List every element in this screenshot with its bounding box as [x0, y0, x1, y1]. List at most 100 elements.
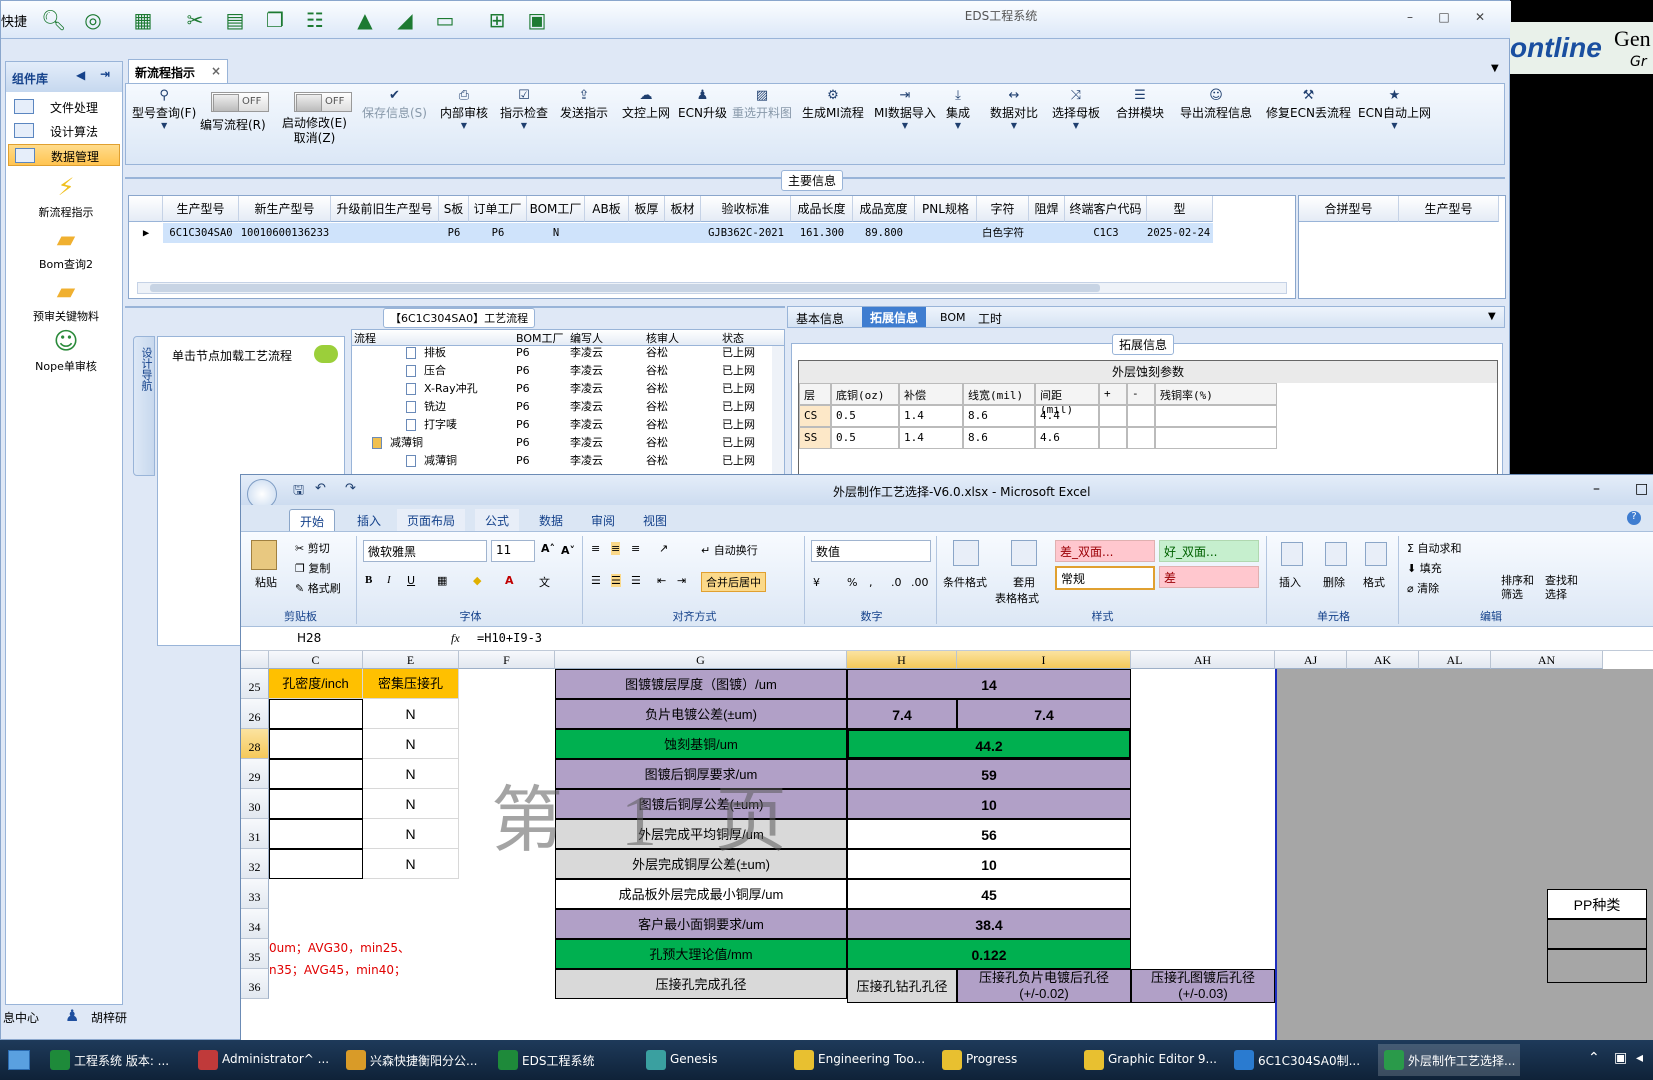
redo-icon[interactable]: ↷	[345, 481, 356, 496]
etch-header[interactable]: 底铜(oz)	[831, 383, 899, 405]
grid-cell[interactable]	[331, 223, 439, 243]
indent-increase-icon[interactable]: ⇥	[677, 574, 686, 587]
style-bad[interactable]: 差	[1159, 566, 1259, 588]
cell-g[interactable]: 负片电镀公差(±um)	[555, 699, 847, 729]
tree-row[interactable]: 排板 P6 李凌云 谷松 已上网	[352, 346, 772, 362]
tab-bom[interactable]: BOM	[940, 311, 966, 324]
send-instruction-button[interactable]: ⇪ 发送指示	[560, 88, 608, 121]
style-bad-dual[interactable]: 差_双面...	[1055, 540, 1155, 562]
film-icon[interactable]: ▤	[223, 9, 247, 31]
grid-header-16[interactable]: 型	[1147, 196, 1213, 222]
italic-icon[interactable]: I	[387, 574, 391, 586]
style-normal[interactable]: 常规	[1055, 566, 1155, 590]
grid-cell[interactable]: C1C3	[1065, 223, 1147, 243]
column-header[interactable]: AN	[1491, 651, 1603, 669]
column-header[interactable]: AJ	[1275, 651, 1347, 669]
grid-cell[interactable]: N	[527, 223, 585, 243]
column-header[interactable]: AH	[1131, 651, 1275, 669]
tab-data[interactable]: 数据	[529, 509, 573, 531]
etch-cell[interactable]: SS	[799, 427, 831, 449]
cell-e25[interactable]: 密集压接孔	[363, 669, 459, 699]
formula-input[interactable]: =H10+I9-3	[477, 631, 542, 645]
pin-icon[interactable]: ⇥	[100, 67, 110, 81]
scissors-icon[interactable]: ✂	[183, 9, 207, 31]
cell-h[interactable]: 压接孔钻孔孔径	[847, 969, 957, 1003]
etch-cell[interactable]	[1127, 405, 1155, 427]
etch-cell[interactable]: 4.4	[1035, 405, 1099, 427]
autosum-button[interactable]: Σ 自动求和	[1407, 540, 1461, 556]
row-header[interactable]: 30	[241, 789, 269, 819]
etch-header[interactable]: +	[1099, 383, 1127, 405]
save-info-button[interactable]: ✔ 保存信息(S)	[362, 88, 427, 121]
lib-new-process[interactable]: ⚡ 新流程指示	[16, 174, 116, 220]
start-folder-icon[interactable]	[8, 1050, 30, 1070]
etch-cell[interactable]: 1.4	[899, 405, 963, 427]
row-header[interactable]: 25	[241, 669, 269, 699]
grid-icon[interactable]: ▦	[131, 9, 155, 31]
grid-header-7[interactable]: 板厚	[629, 196, 665, 222]
row-header[interactable]: 26	[241, 699, 269, 729]
row-header[interactable]: 32	[241, 849, 269, 879]
cell-e[interactable]: N	[363, 759, 459, 789]
phonetic-icon[interactable]: 文	[539, 574, 550, 590]
internal-review-button[interactable]: ⎙ 内部审核 ▼	[440, 88, 488, 137]
grid-header-0[interactable]: 生产型号	[163, 196, 239, 222]
row-header[interactable]: 31	[241, 819, 269, 849]
cut-button[interactable]: ✂ 剪切	[295, 540, 330, 556]
tab-home[interactable]: 开始	[289, 509, 336, 531]
grid-header-8[interactable]: 板材	[665, 196, 701, 222]
grid-header-11[interactable]: 成品宽度	[853, 196, 915, 222]
grow-font-icon[interactable]: A˄	[541, 542, 555, 555]
apps-icon[interactable]: ☷	[303, 9, 327, 31]
etch-header[interactable]: -	[1127, 383, 1155, 405]
font-name-select[interactable]: 微软雅黑	[363, 540, 487, 562]
cell-e[interactable]: N	[363, 849, 459, 879]
grid-cell[interactable]	[665, 223, 701, 243]
tab-view[interactable]: 视图	[633, 509, 677, 531]
cell-pp[interactable]: PP种类	[1547, 889, 1647, 919]
row-header[interactable]: 36	[241, 969, 269, 999]
cell-hi-merged[interactable]: 10	[847, 849, 1131, 879]
nav-algorithm[interactable]: 设计算法	[8, 120, 120, 142]
cell-c[interactable]	[269, 849, 363, 879]
comma-icon[interactable]: ,	[869, 576, 873, 589]
grid-header-15[interactable]: 终端客户代码	[1065, 196, 1147, 222]
tree-row[interactable]: 打字唛 P6 李凌云 谷松 已上网	[352, 416, 772, 434]
maximize-icon[interactable]: □	[1635, 481, 1648, 497]
align-top-icon[interactable]: ≡	[591, 542, 600, 555]
cell-pp-empty[interactable]	[1547, 949, 1647, 983]
table-format-button[interactable]: 套用	[1013, 574, 1035, 590]
cell-hi-merged[interactable]: 44.2	[847, 729, 1131, 759]
row-header[interactable]: 35	[241, 939, 269, 969]
etch-header[interactable]: 补偿	[899, 383, 963, 405]
etch-cell[interactable]: 0.5	[831, 427, 899, 449]
grid-header-4[interactable]: 订单工厂	[469, 196, 527, 222]
tab-ext-info[interactable]: 拓展信息	[862, 307, 927, 327]
copy-button[interactable]: ❐ 复制	[295, 560, 330, 576]
grid-cell[interactable]: 89.800	[853, 223, 915, 243]
format-cells-button[interactable]: 格式	[1363, 574, 1385, 590]
chevron-up-icon[interactable]: ⌃	[1588, 1050, 1600, 1066]
select-mother-board-button[interactable]: ⤨ 选择母板 ▼	[1052, 88, 1100, 137]
cell-c[interactable]	[269, 819, 363, 849]
bold-icon[interactable]: B	[365, 574, 372, 586]
export-process-button[interactable]: ☺ 导出流程信息	[1180, 88, 1252, 121]
row-header[interactable]: 34	[241, 909, 269, 939]
network-icon[interactable]: ▣	[1614, 1050, 1627, 1066]
taskbar-item[interactable]: Engineering Too...	[788, 1044, 932, 1076]
grid-cell[interactable]	[915, 223, 977, 243]
grid-cell[interactable]: 10010600136233	[239, 223, 331, 243]
tab-basic-info[interactable]: 基本信息	[796, 310, 844, 327]
cell-hi-merged[interactable]: 38.4	[847, 909, 1131, 939]
taskbar-item[interactable]: Graphic Editor 9...	[1078, 1044, 1224, 1076]
cell-ah[interactable]: 压接孔图镀后孔径(+/-0.03)	[1131, 969, 1275, 1003]
chart-icon[interactable]: ◢	[393, 9, 417, 31]
minimize-icon[interactable]: –	[1399, 9, 1421, 25]
cell-hi-merged[interactable]: 10	[847, 789, 1131, 819]
tree-col-process[interactable]: 流程	[354, 330, 376, 346]
taskbar-item[interactable]: Progress	[936, 1044, 1074, 1076]
search-icon[interactable]: 🔍︎	[41, 9, 66, 31]
grid-cell[interactable]: P6	[469, 223, 527, 243]
cell-g[interactable]: 图镀镀层厚度（图镀）/um	[555, 669, 847, 699]
font-size-select[interactable]: 11	[491, 540, 535, 562]
